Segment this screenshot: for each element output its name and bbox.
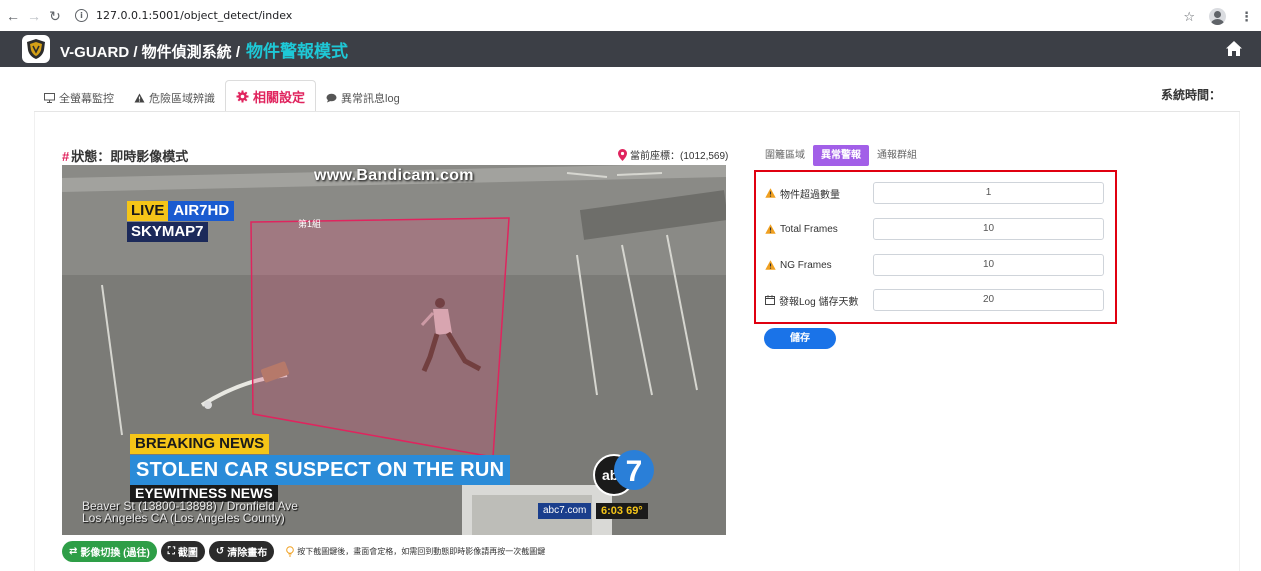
video-feed[interactable]: 第1組 www.Bandicam.com LIVE AIR7HD SKYMAP7… <box>62 165 726 535</box>
site-info-icon[interactable]: i <box>75 9 88 22</box>
clear-canvas-button[interactable]: ↺ 清除畫布 <box>208 541 275 562</box>
app-header: V-GUARD / 物件偵測系統 / 物件警報模式 <box>0 31 1261 67</box>
object-count-input[interactable]: 1 <box>873 182 1104 204</box>
subtab-fence-area[interactable]: 圍籬區域 <box>757 145 813 166</box>
clear-canvas-label: 清除畫布 <box>227 548 268 559</box>
tab-fullscreen-monitor[interactable]: 全螢幕監控 <box>34 84 124 112</box>
capture-button[interactable]: ⛶ 截圖 <box>160 541 205 562</box>
total-frames-row: Total Frames 10 <box>765 218 1104 240</box>
log-retention-input[interactable]: 20 <box>873 289 1104 311</box>
live-label: LIVE <box>127 201 169 221</box>
field-label: Total Frames <box>765 224 873 235</box>
alert-settings-form: 物件超過數量 1 Total Frames 10 NG Frames 10 發報… <box>754 170 1117 324</box>
main-tabs: 全螢幕監控 危險區域辨識 相關設定 異常訊息log <box>34 80 410 112</box>
clock-label: 6:03 69° <box>596 503 648 519</box>
tab-label: 異常訊息log <box>341 93 400 105</box>
chat-icon <box>326 93 337 103</box>
ng-frames-label: NG Frames <box>780 259 832 271</box>
total-frames-label: Total Frames <box>780 223 838 235</box>
warning-icon <box>134 93 145 103</box>
bookmark-star-icon[interactable]: ☆ <box>1183 9 1195 25</box>
object-count-label: 物件超過數量 <box>780 189 840 201</box>
save-button[interactable]: 儲存 <box>764 328 836 349</box>
hash-icon: # <box>62 149 70 164</box>
mode-title: 物件警報模式 <box>246 41 349 61</box>
watermark-text: www.Bandicam.com <box>314 167 474 184</box>
warning-icon <box>765 260 776 270</box>
svg-text:7: 7 <box>626 455 643 488</box>
tab-label: 全螢幕監控 <box>59 93 114 105</box>
video-controls: ⇄ 影像切換 (過往) ⛶ 截圖 ↺ 清除畫布 按下截圖鍵後，畫面會定格，如需回… <box>62 541 545 562</box>
coordinate-readout: 當前座標：(1012,569) <box>618 147 728 162</box>
tab-danger-zone[interactable]: 危險區域辨識 <box>124 84 225 112</box>
browser-menu-icon[interactable]: ⋮ <box>1240 9 1253 25</box>
subtab-notify-group[interactable]: 通報群組 <box>869 145 925 166</box>
app-title: V-GUARD / 物件偵測系統 / 物件警報模式 <box>60 37 348 62</box>
forward-icon[interactable]: → <box>26 8 42 24</box>
field-label: 發報Log 儲存天數 <box>765 293 873 308</box>
tab-settings[interactable]: 相關設定 <box>225 80 317 112</box>
field-label: NG Frames <box>765 260 873 271</box>
lightbulb-icon <box>286 546 295 557</box>
monitor-icon <box>44 93 55 103</box>
tab-anomaly-log[interactable]: 異常訊息log <box>316 84 410 112</box>
profile-avatar-icon[interactable] <box>1209 8 1226 25</box>
subtab-anomaly-alert[interactable]: 異常警報 <box>813 145 869 166</box>
switch-video-label: 影像切換 (過往) <box>80 548 150 559</box>
calendar-icon <box>765 295 775 305</box>
app-logo <box>22 35 50 63</box>
alert-subtabs: 圍籬區域 異常警報 通報群組 <box>757 145 925 166</box>
crop-icon: ⛶ <box>167 546 175 557</box>
field-label: 物件超過數量 <box>765 186 873 201</box>
warning-icon <box>765 224 776 234</box>
browser-toolbar: ← → ↻ i 127.0.0.1:5001/object_detect/ind… <box>0 0 1261 31</box>
street-line-2: Los Angeles CA (Los Angeles County) <box>82 511 285 525</box>
warning-icon <box>765 188 776 198</box>
brand-path: V-GUARD / 物件偵測系統 / <box>60 43 241 61</box>
coordinate-text: 當前座標：(1012,569) <box>630 151 729 162</box>
roi-group-label: 第1組 <box>298 219 322 229</box>
reload-icon[interactable]: ↻ <box>47 8 63 24</box>
shield-icon <box>27 39 45 59</box>
live-badge: LIVE AIR7HD <box>127 201 235 221</box>
address-bar[interactable]: i 127.0.0.1:5001/object_detect/index <box>75 9 292 22</box>
map-pin-icon <box>618 148 627 161</box>
back-icon[interactable]: ← <box>5 8 21 24</box>
ng-frames-row: NG Frames 10 <box>765 254 1104 276</box>
ng-frames-input[interactable]: 10 <box>873 254 1104 276</box>
object-count-row: 物件超過數量 1 <box>765 182 1104 204</box>
capture-hint: 按下截圖鍵後，畫面會定格，如需回到動態即時影像請再按一次截圖鍵 <box>286 546 545 557</box>
gear-icon <box>236 90 249 102</box>
street-location: Beaver St (13800-13898) / Dronfield Ave … <box>82 500 298 524</box>
total-frames-input[interactable]: 10 <box>873 218 1104 240</box>
abc7-logo-icon: abc 7 <box>593 450 654 496</box>
site-label: abc7.com <box>538 503 592 519</box>
hint-text: 按下截圖鍵後，畫面會定格，如需回到動態即時影像請再按一次截圖鍵 <box>297 547 546 556</box>
skymap-label: SKYMAP7 <box>127 222 208 242</box>
channel-label: AIR7HD <box>168 201 235 221</box>
swap-icon: ⇄ <box>69 546 78 557</box>
headline-banner: STOLEN CAR SUSPECT ON THE RUN <box>130 455 511 485</box>
status-text: 狀態：即時影像模式 <box>71 149 189 164</box>
tab-label: 相關設定 <box>253 89 306 105</box>
log-retention-row: 發報Log 儲存天數 20 <box>765 289 1104 311</box>
system-time: 系統時間： <box>1160 88 1221 102</box>
log-retention-label: 發報Log 儲存天數 <box>779 296 859 308</box>
status-heading: # 狀態：即時影像模式 <box>62 146 188 165</box>
undo-icon: ↺ <box>215 546 225 557</box>
breaking-news-label: BREAKING NEWS <box>130 434 270 454</box>
home-icon[interactable] <box>1225 40 1243 58</box>
switch-video-button[interactable]: ⇄ 影像切換 (過往) <box>62 541 157 562</box>
capture-label: 截圖 <box>177 548 198 559</box>
url-text[interactable]: 127.0.0.1:5001/object_detect/index <box>96 9 292 22</box>
tab-label: 危險區域辨識 <box>149 93 215 105</box>
